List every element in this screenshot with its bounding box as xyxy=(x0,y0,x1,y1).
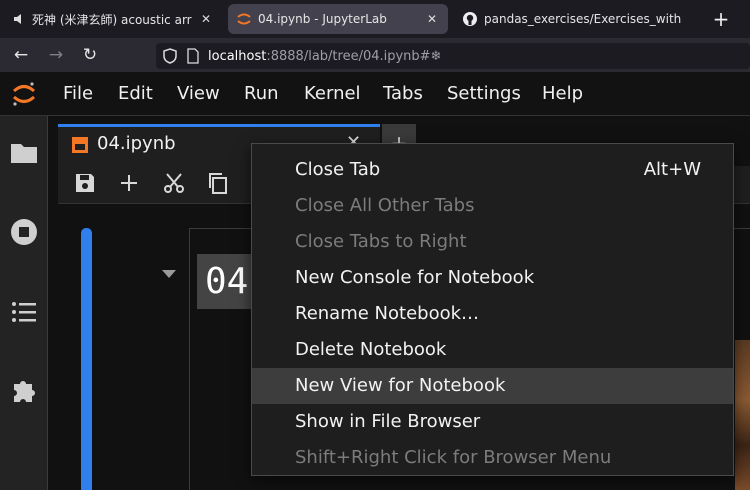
menu-item-label: Show in File Browser xyxy=(295,411,481,432)
reload-icon[interactable]: ↻ xyxy=(75,38,105,72)
url-bar[interactable]: localhost:8888/lab/tree/04.ipynb#❄ xyxy=(156,43,750,69)
menu-item-browser-menu-hint: Shift+Right Click for Browser Menu xyxy=(252,440,733,476)
menu-kernel[interactable]: Kernel xyxy=(304,72,361,116)
browser-tab-title: pandas_exercises/Exercises_with xyxy=(484,12,682,26)
page-icon xyxy=(186,48,200,64)
menu-item-close-tabs-to-right[interactable]: Close Tabs to Right xyxy=(252,224,733,260)
menu-item-label: Rename Notebook… xyxy=(295,303,480,324)
menu-settings[interactable]: Settings xyxy=(447,72,521,116)
menu-run[interactable]: Run xyxy=(244,72,279,116)
save-icon[interactable] xyxy=(73,171,97,195)
menu-item-label: Shift+Right Click for Browser Menu xyxy=(295,447,612,468)
menu-file[interactable]: File xyxy=(63,72,93,116)
menu-item-delete-notebook[interactable]: Delete Notebook xyxy=(252,332,733,368)
extension-puzzle-icon[interactable] xyxy=(8,374,40,406)
cut-icon[interactable] xyxy=(162,171,186,195)
speaker-icon xyxy=(12,12,26,26)
jupyter-logo-icon xyxy=(10,80,38,108)
menu-item-label: Close Tabs to Right xyxy=(295,231,467,252)
browser-tab-title: 04.ipynb - JupyterLab xyxy=(258,12,387,26)
running-stop-icon[interactable] xyxy=(8,216,40,248)
notebook-icon xyxy=(71,136,89,154)
menu-item-rename-notebook[interactable]: Rename Notebook… xyxy=(252,296,733,332)
tab-context-menu: Close Tab Alt+W Close All Other Tabs Clo… xyxy=(251,143,734,476)
menu-item-label: New View for Notebook xyxy=(295,375,506,396)
menu-item-new-view[interactable]: New View for Notebook xyxy=(252,368,733,404)
menu-item-show-in-file-browser[interactable]: Show in File Browser xyxy=(252,404,733,440)
forward-arrow-icon[interactable]: → xyxy=(41,38,71,72)
menu-item-close-tab[interactable]: Close Tab Alt+W xyxy=(252,152,733,188)
shield-icon[interactable] xyxy=(162,48,178,64)
close-tab-icon[interactable]: ✕ xyxy=(424,12,440,26)
menu-item-close-all-other-tabs[interactable]: Close All Other Tabs xyxy=(252,188,733,224)
url-path: :8888/lab/tree/04.ipynb#❄ xyxy=(266,48,442,64)
table-of-contents-icon[interactable] xyxy=(8,296,40,328)
menu-view[interactable]: View xyxy=(177,72,220,116)
new-tab-button[interactable]: + xyxy=(707,5,735,33)
add-cell-icon[interactable] xyxy=(117,171,141,195)
browser-tab-music[interactable]: 死神 (米津玄師) acoustic arrang ✕ xyxy=(4,4,222,34)
jupyterlab-menu-bar xyxy=(0,72,750,116)
url-host: localhost xyxy=(208,48,267,64)
menu-item-label: New Console for Notebook xyxy=(295,267,535,288)
copy-icon[interactable] xyxy=(206,171,230,195)
folder-icon[interactable] xyxy=(8,136,40,168)
browser-tab-github[interactable]: pandas_exercises/Exercises_with xyxy=(454,4,697,34)
cell-heading-text: 04 xyxy=(197,254,257,309)
tab-title: 04.ipynb xyxy=(97,133,176,154)
close-tab-icon[interactable]: ✕ xyxy=(198,12,214,26)
menu-item-label: Delete Notebook xyxy=(295,339,447,360)
github-icon xyxy=(462,11,478,27)
jupyter-logo-icon xyxy=(236,11,252,27)
menu-help[interactable]: Help xyxy=(542,72,583,116)
menu-tabs[interactable]: Tabs xyxy=(383,72,423,116)
background-photo-fragment xyxy=(735,340,750,490)
menu-item-label: Close All Other Tabs xyxy=(295,195,475,216)
menu-edit[interactable]: Edit xyxy=(118,72,153,116)
menu-item-new-console[interactable]: New Console for Notebook xyxy=(252,260,733,296)
browser-tab-title: 死神 (米津玄師) acoustic arrang xyxy=(32,12,192,27)
browser-tab-jupyterlab[interactable]: 04.ipynb - JupyterLab ✕ xyxy=(228,4,448,34)
collapse-heading-caret-icon[interactable] xyxy=(162,270,176,278)
back-arrow-icon[interactable]: ← xyxy=(6,38,36,72)
menu-item-shortcut: Alt+W xyxy=(643,159,701,180)
menu-item-label: Close Tab xyxy=(295,159,381,180)
cell-collapser[interactable] xyxy=(81,228,92,490)
